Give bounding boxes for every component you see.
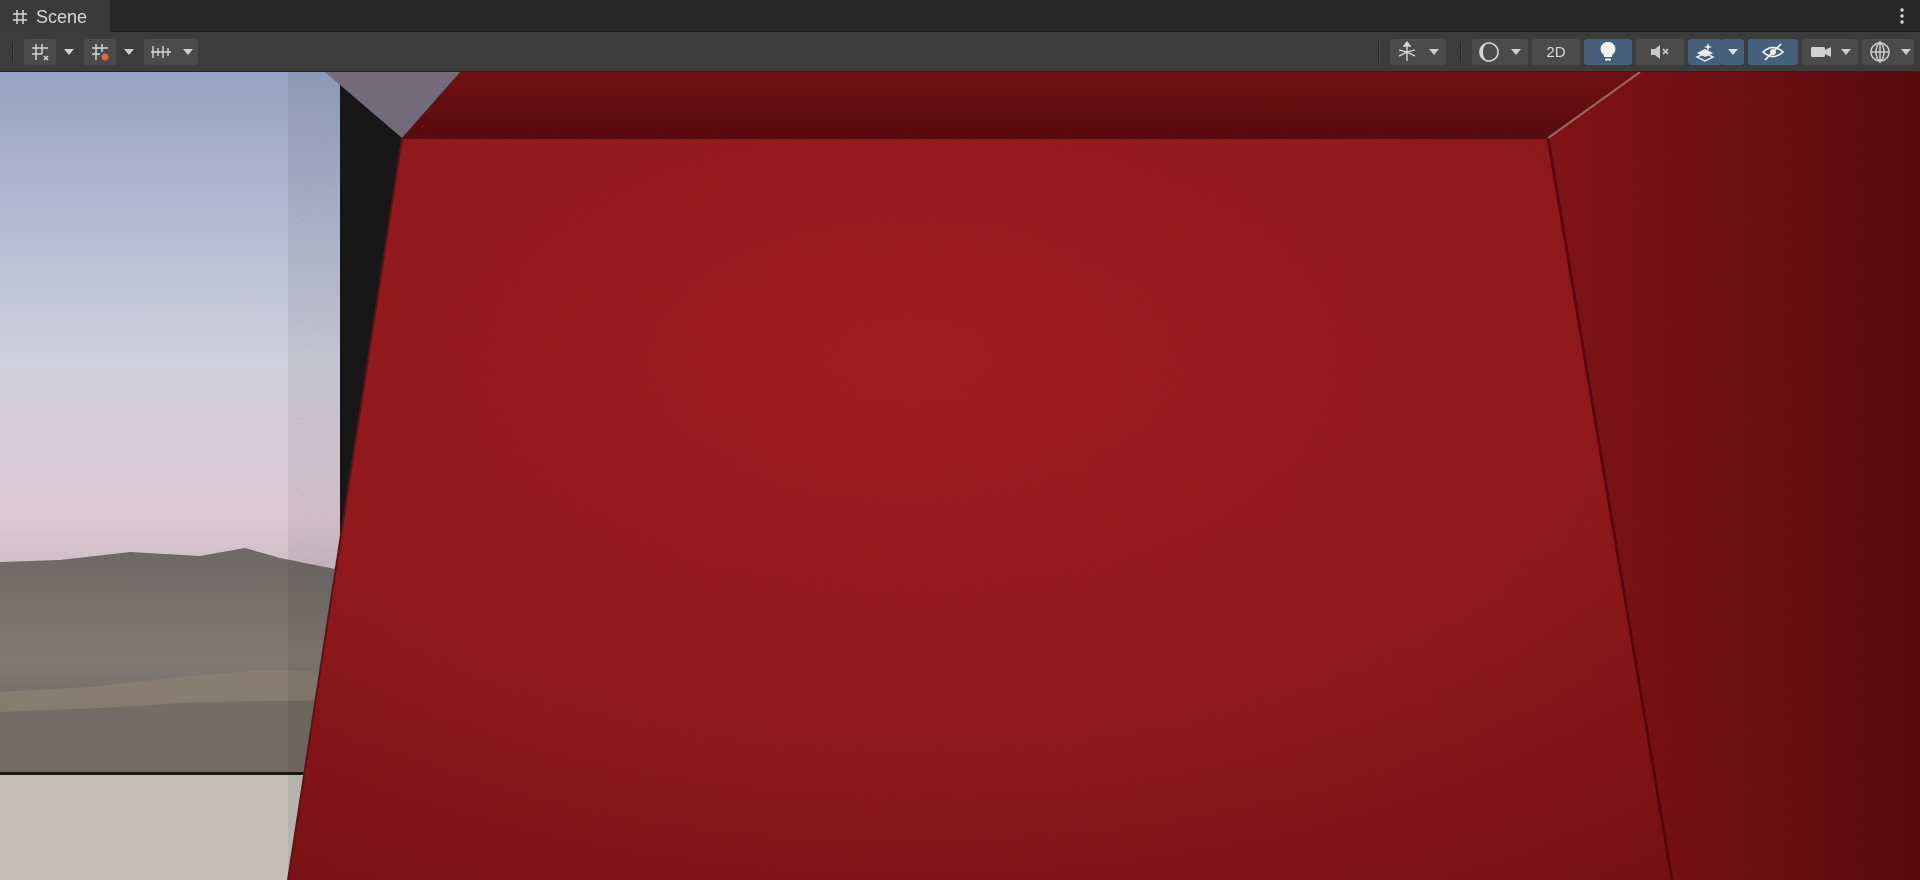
title-bar: Scene xyxy=(0,0,1920,32)
audio-mute-icon xyxy=(1649,42,1671,62)
ruler-snap-icon xyxy=(150,42,172,62)
chevron-down-icon[interactable] xyxy=(1840,48,1852,56)
audio-toggle-button[interactable] xyxy=(1636,39,1684,65)
chevron-down-icon[interactable] xyxy=(1900,48,1912,56)
transform-tools-dropdown[interactable] xyxy=(59,39,79,65)
effects-dropdown[interactable] xyxy=(1722,39,1744,65)
grid-snap-icon xyxy=(90,42,110,62)
kebab-menu-icon[interactable] xyxy=(1894,6,1910,26)
orientation-button[interactable] xyxy=(1390,39,1446,65)
gizmo-globe-icon xyxy=(1868,40,1892,64)
chevron-down-icon[interactable] xyxy=(182,48,194,56)
scene-grid-icon xyxy=(12,9,28,25)
grid-snapping-dropdown[interactable] xyxy=(119,39,139,65)
toolbar-separator xyxy=(1460,42,1462,62)
chevron-down-icon xyxy=(63,48,75,56)
transform-tools-button[interactable] xyxy=(24,39,56,65)
chevron-down-icon[interactable] xyxy=(1428,48,1440,56)
eye-hidden-icon xyxy=(1761,42,1785,62)
effects-layers-icon xyxy=(1694,41,1716,63)
toggle-2d-button[interactable]: 2D xyxy=(1532,39,1580,65)
grid-snapping-button[interactable] xyxy=(84,39,116,65)
shading-sphere-icon xyxy=(1478,41,1500,63)
camera-settings-button[interactable] xyxy=(1802,39,1858,65)
effects-toggle-button[interactable] xyxy=(1688,39,1722,65)
tab-title: Scene xyxy=(36,6,88,27)
toolbar-separator xyxy=(1378,42,1380,62)
draw-mode-button[interactable] xyxy=(1472,39,1528,65)
gizmos-button[interactable] xyxy=(1862,39,1914,65)
lightbulb-icon xyxy=(1599,41,1617,63)
grid-move-icon xyxy=(30,42,50,62)
increment-snap-button[interactable] xyxy=(144,39,198,65)
camera-icon xyxy=(1810,44,1832,60)
scene-toolbar: 2D xyxy=(0,32,1920,72)
chevron-down-icon xyxy=(1727,48,1739,56)
toggle-2d-label: 2D xyxy=(1546,43,1566,61)
axis-gizmo-icon xyxy=(1396,41,1418,63)
tab-scene[interactable]: Scene xyxy=(0,0,110,32)
scene-render xyxy=(0,72,1920,880)
scene-viewport[interactable] xyxy=(0,72,1920,880)
scene-window: Scene 2D xyxy=(0,0,1920,880)
chevron-down-icon[interactable] xyxy=(1510,48,1522,56)
toolbar-grip[interactable] xyxy=(12,42,14,62)
chevron-down-icon xyxy=(123,48,135,56)
scene-visibility-button[interactable] xyxy=(1748,39,1798,65)
lighting-toggle-button[interactable] xyxy=(1584,39,1632,65)
